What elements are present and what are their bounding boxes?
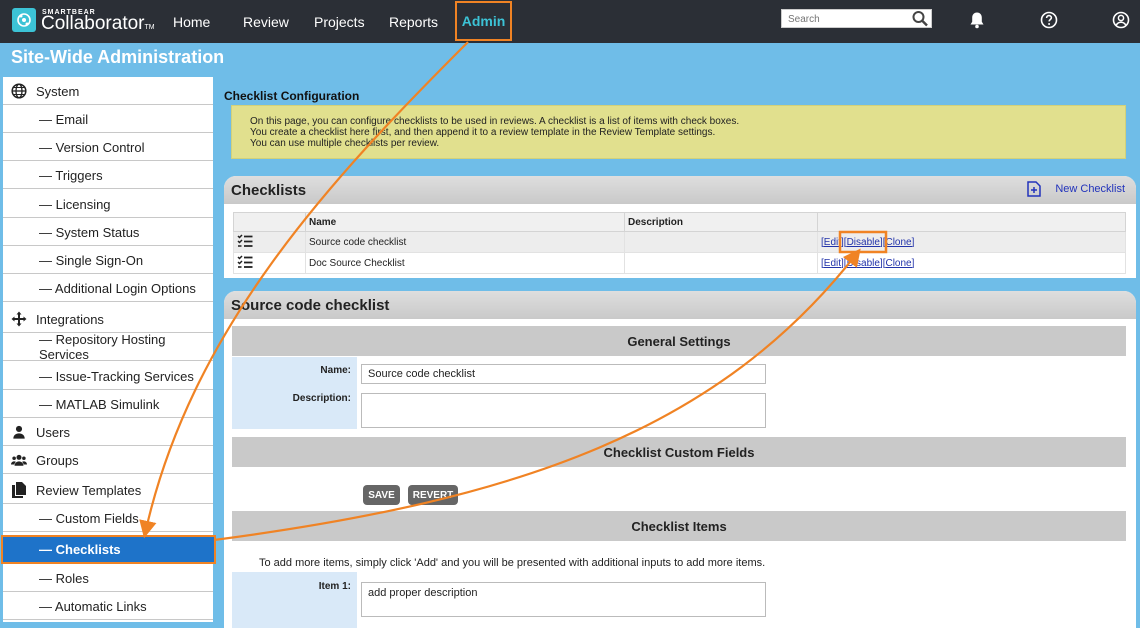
revert-button[interactable]: REVERT [408, 485, 458, 505]
clone-link[interactable]: [Clone] [883, 258, 915, 269]
sidebar-item-repository-hosting[interactable]: — Repository Hosting Services [3, 332, 213, 362]
info-line-1: On this page, you can configure checklis… [250, 116, 740, 127]
sidebar-item-custom-fields[interactable]: — Custom Fields [3, 505, 213, 532]
info-line-3: You can use multiple checklists per revi… [250, 138, 440, 149]
help-icon[interactable] [1040, 11, 1058, 29]
item-1-label: Item 1: [318, 581, 351, 592]
custom-fields-header: Checklist Custom Fields [232, 437, 1126, 467]
checklist-actions: [Edit][Disable][Clone] [817, 252, 1126, 274]
info-box: On this page, you can configure checklis… [231, 105, 1126, 159]
checklist-actions: [Edit][Disable][Clone] [817, 231, 1126, 253]
checklist-description [624, 231, 818, 253]
sidebar-item-system-status[interactable]: — System Status [3, 219, 213, 246]
disable-link[interactable]: [Disable] [844, 237, 883, 248]
name-label: Name: [320, 365, 351, 376]
admin-sidebar: System — Email — Version Control — Trigg… [1, 77, 216, 622]
sidebar-item-triggers[interactable]: — Triggers [3, 162, 213, 189]
detail-panel-header: Source code checklist [224, 291, 1136, 319]
sidebar-item-email[interactable]: — Email [3, 106, 213, 133]
clone-link[interactable]: [Clone] [883, 237, 915, 248]
table-row: Source code checklist [Edit][Disable][Cl… [233, 231, 1126, 253]
sidebar-item-groups[interactable]: Groups [3, 447, 213, 474]
nav-review[interactable]: Review [243, 14, 289, 30]
column-header-description: Description [624, 212, 818, 232]
name-input[interactable]: Source code checklist [361, 364, 766, 384]
checklist-name: Doc Source Checklist [305, 252, 625, 274]
checklist-description [624, 252, 818, 274]
table-row: Doc Source Checklist [Edit][Disable][Clo… [233, 252, 1126, 274]
collaborator-logo-icon[interactable] [12, 8, 36, 32]
column-header-icon [233, 212, 306, 232]
nav-admin[interactable]: Admin [455, 1, 512, 41]
sidebar-item-system[interactable]: System [3, 78, 213, 105]
new-checklist-button[interactable]: New Checklist [1027, 181, 1125, 197]
new-document-icon [1027, 181, 1042, 197]
sidebar-item-automatic-links[interactable]: — Automatic Links [3, 593, 213, 620]
checklist-icon [237, 254, 253, 268]
sidebar-item-users[interactable]: Users [3, 419, 213, 446]
checklist-cell-icon [233, 252, 306, 274]
user-account-icon[interactable] [1112, 11, 1130, 29]
search-icon[interactable] [911, 10, 929, 27]
sidebar-item-single-sign-on[interactable]: — Single Sign-On [3, 247, 213, 274]
sidebar-item-roles[interactable]: — Roles [3, 565, 213, 592]
edit-link[interactable]: [Edit] [821, 237, 844, 248]
sidebar-item-integrations[interactable]: Integrations [3, 306, 213, 333]
sidebar-item-matlab-simulink[interactable]: — MATLAB Simulink [3, 391, 213, 418]
description-label: Description: [292, 393, 351, 404]
sidebar-item-issue-tracking[interactable]: — Issue-Tracking Services [3, 363, 213, 390]
save-button[interactable]: SAVE [363, 485, 400, 505]
disable-link[interactable]: [Disable] [844, 258, 883, 269]
search-box[interactable] [781, 9, 932, 28]
new-checklist-label: New Checklist [1055, 183, 1125, 195]
brand-product-name: Collaborator [41, 13, 145, 34]
brand-product: CollaboratorTM [41, 13, 155, 35]
top-navigation-bar: SMARTBEAR CollaboratorTM Home Review Pro… [0, 0, 1140, 43]
sidebar-item-login-options[interactable]: — Additional Login Options [3, 275, 213, 302]
user-icon [11, 424, 27, 440]
checklist-items-header: Checklist Items [232, 511, 1126, 541]
column-header-actions [817, 212, 1126, 232]
general-settings-header: General Settings [232, 326, 1126, 356]
checklist-detail-panel: Source code checklist General Settings N… [224, 291, 1136, 628]
checklist-name: Source code checklist [305, 231, 625, 253]
nav-reports[interactable]: Reports [389, 14, 438, 30]
search-input[interactable] [782, 11, 907, 28]
checklist-icon [237, 233, 253, 247]
nav-home[interactable]: Home [173, 14, 210, 30]
checklists-panel-title: Checklists [231, 181, 307, 199]
bell-icon[interactable] [968, 11, 986, 29]
documents-icon [11, 482, 27, 498]
checklists-panel: Checklists New Checklist Name Descriptio… [224, 176, 1136, 278]
nav-projects[interactable]: Projects [314, 14, 365, 30]
brand-trademark: TM [144, 24, 155, 31]
detail-panel-title: Source code checklist [231, 296, 390, 314]
description-textarea[interactable] [361, 393, 766, 428]
checklist-cell-icon [233, 231, 306, 253]
item-1-textarea[interactable]: add proper description [361, 582, 766, 617]
sidebar-item-label: Integrations [36, 311, 104, 327]
sidebar-item-version-control[interactable]: — Version Control [3, 134, 213, 161]
sidebar-item-label: Groups [36, 452, 79, 468]
group-icon [11, 452, 27, 468]
items-hint: To add more items, simply click 'Add' an… [259, 557, 766, 569]
move-arrows-icon [11, 311, 27, 327]
column-header-name: Name [305, 212, 625, 232]
sidebar-item-licensing[interactable]: — Licensing [3, 191, 213, 218]
globe-icon [11, 83, 27, 99]
sidebar-item-review-templates[interactable]: Review Templates [3, 477, 213, 504]
checklist-configuration-title: Checklist Configuration [224, 89, 360, 103]
sidebar-item-checklists[interactable]: — Checklists [1, 535, 216, 564]
edit-link[interactable]: [Edit] [821, 258, 844, 269]
sidebar-item-label: Users [36, 424, 70, 440]
checklists-table: Name Description Source code checklist [… [233, 212, 1126, 274]
page-title: Site-Wide Administration [11, 47, 225, 67]
sidebar-item-label: System [36, 83, 80, 99]
sidebar-item-label: Review Templates [36, 482, 142, 498]
info-line-2: You create a checklist here first, and t… [250, 127, 716, 138]
checklists-panel-header: Checklists New Checklist [224, 176, 1136, 204]
